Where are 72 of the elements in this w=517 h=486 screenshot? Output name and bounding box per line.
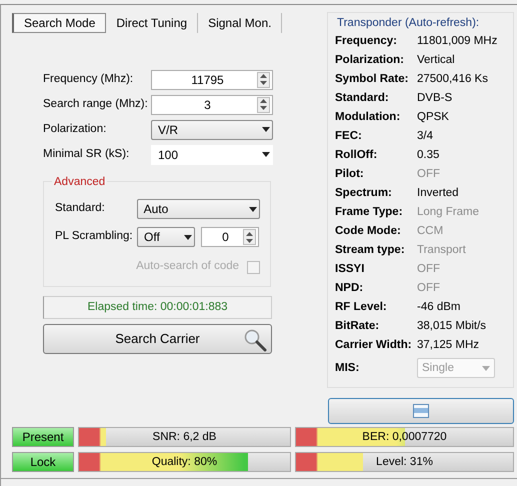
field-value: Inverted [417,186,459,202]
field-value: Long Frame [417,205,480,220]
field-value: 37,125 MHz [417,338,480,354]
search-icon [243,328,267,352]
field-label: Standard: [335,91,390,106]
field-label: Minimal SR (kS): [43,146,130,162]
spin-buttons[interactable] [257,72,270,88]
dropdown: Single [417,358,495,378]
field-value: 11801,009 MHz [417,34,498,50]
field-label: Code Mode: [335,224,402,240]
field-value: Vertical [417,53,455,68]
field-label: Polarization: [43,122,108,137]
tab[interactable]: Signal Mon. [198,13,282,33]
spin-field[interactable]: 3 [151,94,273,114]
dropdown-arrow-icon [249,206,257,212]
field-label: NPD: [335,281,364,296]
field-value: QPSK [417,110,449,126]
field-value: Transport [417,243,466,258]
search-button[interactable]: Search Carrier [43,324,272,354]
field-value: 3/4 [417,129,433,144]
dropdown[interactable]: Auto [136,199,260,219]
field-label: BitRate: [335,319,380,334]
field-label: Pilot: [335,167,365,182]
field-label: Carrier Width: [335,338,413,354]
dropdown-arrow-icon [184,234,192,240]
field-label: ISSYI [335,262,366,278]
dropdown[interactable]: Off [137,227,195,247]
field-label: Standard: [55,201,106,216]
dropdown[interactable]: V/R [151,120,273,140]
spin-field[interactable]: 11795 [151,70,273,90]
dropdown-arrow-icon [482,366,490,371]
field-value: OFF [417,262,440,278]
field-label: Spectrum: [335,186,393,202]
spin-field[interactable]: 0 [201,227,259,247]
field-label: Modulation: [335,110,402,126]
field-value: 0.35 [417,148,440,164]
field-value: OFF [417,167,440,182]
combo-box[interactable]: 100 [151,144,273,164]
field-label: Frequency: [335,34,398,50]
field-value: 27500,416 Ks [417,72,488,88]
field-value: 38,015 Mbit/s [417,319,486,334]
status-indicator: Lock [12,452,74,472]
field-value: DVB-S [417,91,452,106]
field-label: Frequency (Mhz): [43,72,134,87]
dropdown-arrow-icon [262,152,270,157]
meter-label: SNR: 6,2 dB [152,430,218,445]
checkbox-label: Auto-search of code [136,259,239,274]
panel-icon [413,404,429,418]
tab[interactable]: Direct Tuning [106,13,198,33]
tab[interactable]: Search Mode [12,13,106,33]
field-label: FEC: [335,129,363,144]
field-label: Search range (Mhz): [43,96,149,112]
field-label: Stream type: [335,243,406,258]
spin-buttons[interactable] [257,96,270,112]
elapsed-time: Elapsed time: 00:00:01:883 [43,296,272,319]
status-indicator: Present [12,427,74,447]
meter-label: BER: 0,0007720 [361,430,448,445]
field-value: CCM [417,224,444,240]
field-label: Frame Type: [335,205,404,220]
field-label: Symbol Rate: [335,72,410,88]
dropdown-arrow-icon [262,127,270,132]
field-label: RollOff: [335,148,378,164]
field-label: PL Scrambling: [55,229,134,244]
spin-buttons[interactable] [243,229,256,245]
meter-label: Quality: 80% [150,455,218,470]
field-value: OFF [417,281,440,296]
meter-label: Level: 31% [375,455,434,470]
field-label: Polarization: [335,53,406,68]
field-label: MIS: [335,360,360,376]
panel-toggle-button[interactable] [328,398,514,424]
field-value: -46 dBm [417,300,460,316]
field-label: RF Level: [335,300,388,316]
